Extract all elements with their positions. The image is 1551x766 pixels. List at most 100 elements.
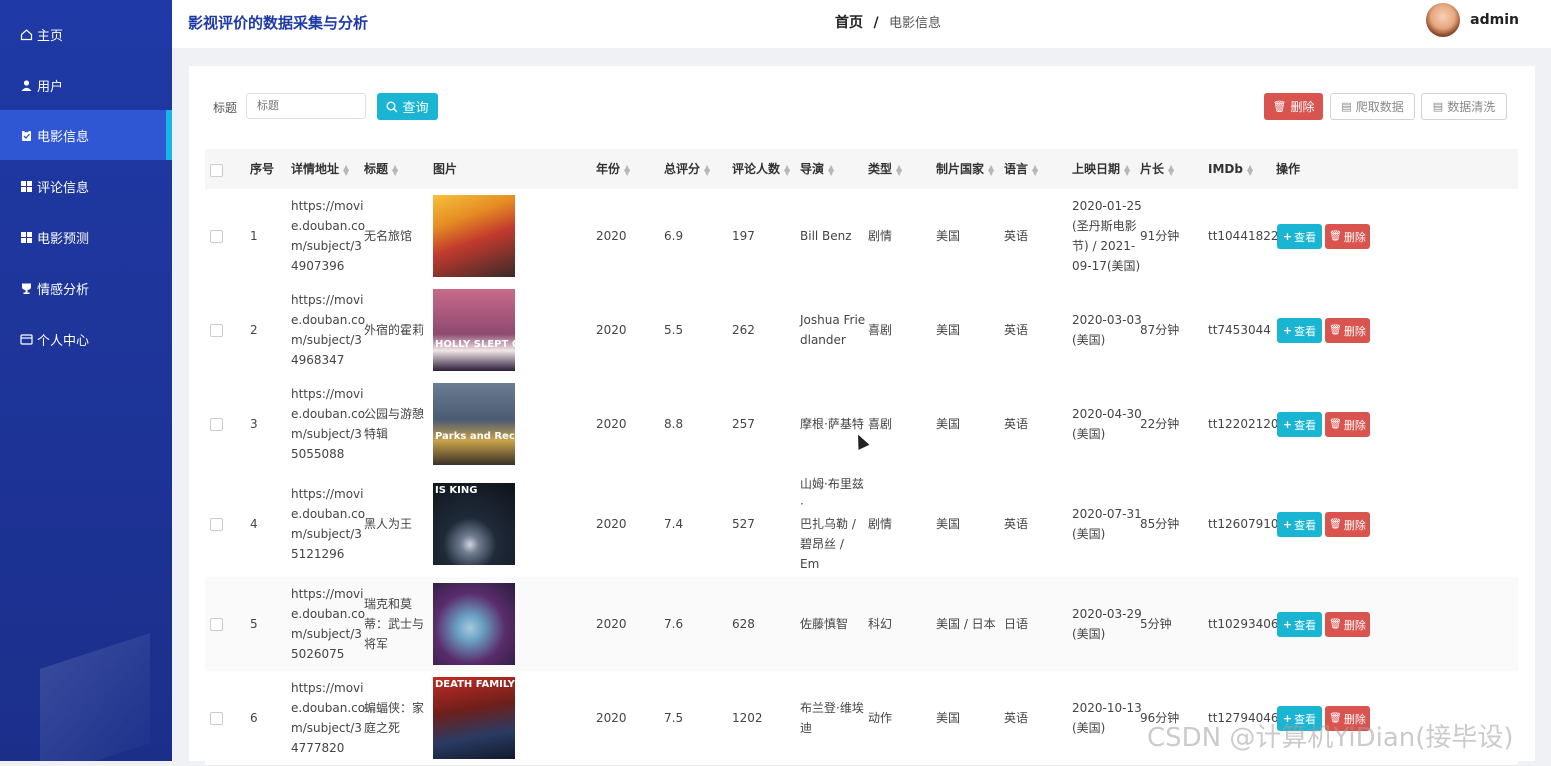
row-checkbox[interactable] bbox=[210, 518, 223, 531]
detail-url-line: https://movi bbox=[291, 293, 364, 307]
sort-icon[interactable]: ▲ ▼ bbox=[392, 163, 398, 176]
column-header-11[interactable]: 上映日期 ▲ ▼ bbox=[1072, 149, 1130, 189]
column-header-2[interactable]: 标题 ▲ ▼ bbox=[364, 149, 398, 189]
genre: 剧情 bbox=[868, 517, 893, 531]
detail-url-line: 4777820 bbox=[291, 741, 345, 755]
sort-icon[interactable]: ▲ ▼ bbox=[704, 163, 710, 176]
database-icon: ▤ bbox=[1341, 100, 1352, 113]
sidebar-item-6[interactable]: 个人中心 bbox=[0, 314, 172, 364]
sidebar-item-3[interactable]: 评论信息 bbox=[0, 161, 172, 211]
sidebar-item-1[interactable]: 用户 bbox=[0, 60, 172, 110]
sidebar-item-2[interactable]: 电影信息 bbox=[0, 110, 172, 160]
release-date-line: (美国) bbox=[1072, 527, 1106, 541]
username[interactable]: admin bbox=[1470, 12, 1519, 28]
movie-title: 瑞克和莫 蒂：武士与 将军 bbox=[364, 594, 430, 654]
row-index: 1 bbox=[250, 229, 258, 243]
delete-button[interactable]: 🗑 删除 bbox=[1325, 224, 1370, 249]
sort-icon[interactable]: ▲ ▼ bbox=[828, 163, 834, 176]
sort-icon[interactable]: ▲ ▼ bbox=[1032, 163, 1038, 176]
language: 英语 bbox=[1004, 517, 1029, 531]
table-row[interactable]: 4 https://movi e.douban.co m/subject/3 51212… bbox=[205, 471, 1518, 631]
movie-poster[interactable] bbox=[433, 583, 515, 665]
plus-icon: + bbox=[1282, 618, 1293, 631]
language: 英语 bbox=[1004, 711, 1029, 725]
delete-button[interactable]: 🗑 删除 bbox=[1325, 612, 1370, 637]
table-row[interactable]: 1 https://movi e.douban.co m/subject/3 49073… bbox=[205, 189, 1518, 284]
column-header-4[interactable]: 年份 ▲ ▼ bbox=[596, 149, 630, 189]
year: 2020 bbox=[596, 417, 627, 431]
movie-title-line: 公园与游憩 bbox=[364, 407, 425, 421]
sidebar-item-0[interactable]: 主页 bbox=[0, 9, 172, 59]
top-header: 影视评价的数据采集与分析 首页 / 电影信息 admin bbox=[172, 0, 1551, 48]
view-button[interactable]: + 查看 bbox=[1277, 612, 1322, 637]
column-header-9[interactable]: 制片国家 ▲ ▼ bbox=[936, 149, 994, 189]
release-date-line: 2020-07-31 bbox=[1072, 507, 1142, 521]
row-checkbox[interactable] bbox=[210, 712, 223, 725]
detail-url-line: e.douban.co bbox=[291, 607, 366, 621]
column-header-10[interactable]: 语言 ▲ ▼ bbox=[1004, 149, 1038, 189]
view-button[interactable]: + 查看 bbox=[1277, 512, 1322, 537]
movie-title: 无名旅馆 bbox=[364, 226, 430, 246]
column-header-5[interactable]: 总评分 ▲ ▼ bbox=[664, 149, 710, 189]
detail-url-line: https://movi bbox=[291, 587, 364, 601]
sidebar-item-label: 主页 bbox=[37, 28, 64, 44]
delete-button[interactable]: 🗑 删除 bbox=[1325, 412, 1370, 437]
sort-icon[interactable]: ▲ ▼ bbox=[1168, 163, 1174, 176]
column-header-6[interactable]: 评论人数 ▲ ▼ bbox=[732, 149, 790, 189]
review-count: 527 bbox=[732, 517, 755, 531]
sort-icon[interactable]: ▲ ▼ bbox=[1124, 163, 1130, 176]
sort-icon[interactable]: ▲ ▼ bbox=[624, 163, 630, 176]
avatar[interactable] bbox=[1426, 3, 1461, 37]
sort-icon[interactable]: ▲ ▼ bbox=[343, 163, 349, 176]
director-line: 碧昂丝 / Em bbox=[800, 537, 844, 571]
view-button[interactable]: + 查看 bbox=[1277, 412, 1322, 437]
movie-poster[interactable]: IS KING bbox=[433, 483, 515, 565]
crawl-data-button[interactable]: ▤ 爬取数据 bbox=[1330, 93, 1415, 120]
delete-button[interactable]: 🗑 删除 bbox=[1325, 318, 1370, 343]
movie-poster[interactable]: Parks and Recreation bbox=[433, 383, 555, 465]
breadcrumb-home[interactable]: 首页 bbox=[835, 15, 863, 31]
sort-icon[interactable]: ▲ ▼ bbox=[784, 163, 790, 176]
movie-poster[interactable]: DEATH FAMILY bbox=[433, 677, 515, 759]
sort-icon[interactable]: ▲ ▼ bbox=[988, 163, 994, 176]
sidebar-item-5[interactable]: 情感分析 bbox=[0, 263, 172, 313]
select-all-checkbox[interactable] bbox=[210, 164, 223, 177]
user-menu[interactable]: admin bbox=[1426, 3, 1519, 37]
detail-url: https://movi e.douban.co m/subject/3 512129… bbox=[291, 484, 365, 564]
table-row[interactable]: 5 https://movi e.douban.co m/subject/3 50260… bbox=[205, 577, 1518, 672]
query-button[interactable]: 查询 bbox=[377, 93, 438, 120]
sort-icon[interactable]: ▲ ▼ bbox=[1247, 163, 1253, 176]
column-header-7[interactable]: 导演 ▲ ▼ bbox=[800, 149, 834, 189]
detail-url-line: 4968347 bbox=[291, 353, 345, 367]
movie-title: 黑人为王 bbox=[364, 514, 430, 534]
row-checkbox[interactable] bbox=[210, 324, 223, 337]
year: 2020 bbox=[596, 323, 627, 337]
view-button[interactable]: + 查看 bbox=[1277, 318, 1322, 343]
content-card: 标题 查询 🗑 删除 ▤ 爬取数据 ▤ 数据清洗 序号详情地址▲▼标题▲▼图片年… bbox=[189, 66, 1535, 766]
title-search-input[interactable] bbox=[246, 93, 366, 119]
director-line: 摩根·萨基特 bbox=[800, 417, 864, 431]
sidebar-item-4[interactable]: 电影预测 bbox=[0, 212, 172, 262]
app-title: 影视评价的数据采集与分析 bbox=[188, 14, 369, 32]
column-header-12[interactable]: 片长 ▲ ▼ bbox=[1140, 149, 1174, 189]
table-row[interactable]: 2 https://movi e.douban.co m/subject/3 49683… bbox=[205, 283, 1518, 378]
row-index: 4 bbox=[250, 517, 258, 531]
poster-caption: Parks and Recreation bbox=[435, 431, 556, 442]
movie-title-line: 瑞克和莫 bbox=[364, 597, 413, 611]
view-button-label: 查看 bbox=[1294, 418, 1317, 432]
batch-delete-button[interactable]: 🗑 删除 bbox=[1264, 93, 1323, 120]
column-header-1[interactable]: 详情地址 ▲ ▼ bbox=[291, 149, 349, 189]
view-button[interactable]: + 查看 bbox=[1277, 224, 1322, 249]
clean-data-button[interactable]: ▤ 数据清洗 bbox=[1421, 93, 1507, 120]
delete-button[interactable]: 🗑 删除 bbox=[1325, 512, 1370, 537]
row-index: 5 bbox=[250, 617, 258, 631]
row-checkbox[interactable] bbox=[210, 418, 223, 431]
column-header-8[interactable]: 类型 ▲ ▼ bbox=[868, 149, 902, 189]
movie-poster[interactable] bbox=[433, 195, 515, 277]
column-header-13[interactable]: IMDb ▲ ▼ bbox=[1208, 149, 1253, 189]
row-checkbox[interactable] bbox=[210, 230, 223, 243]
table-row[interactable]: 3 https://movi e.douban.co m/subject/3 50550… bbox=[205, 377, 1518, 472]
sort-icon[interactable]: ▲ ▼ bbox=[896, 163, 902, 176]
row-checkbox[interactable] bbox=[210, 618, 223, 631]
movie-poster[interactable]: HOLLY SLEPT OVER bbox=[433, 289, 542, 371]
